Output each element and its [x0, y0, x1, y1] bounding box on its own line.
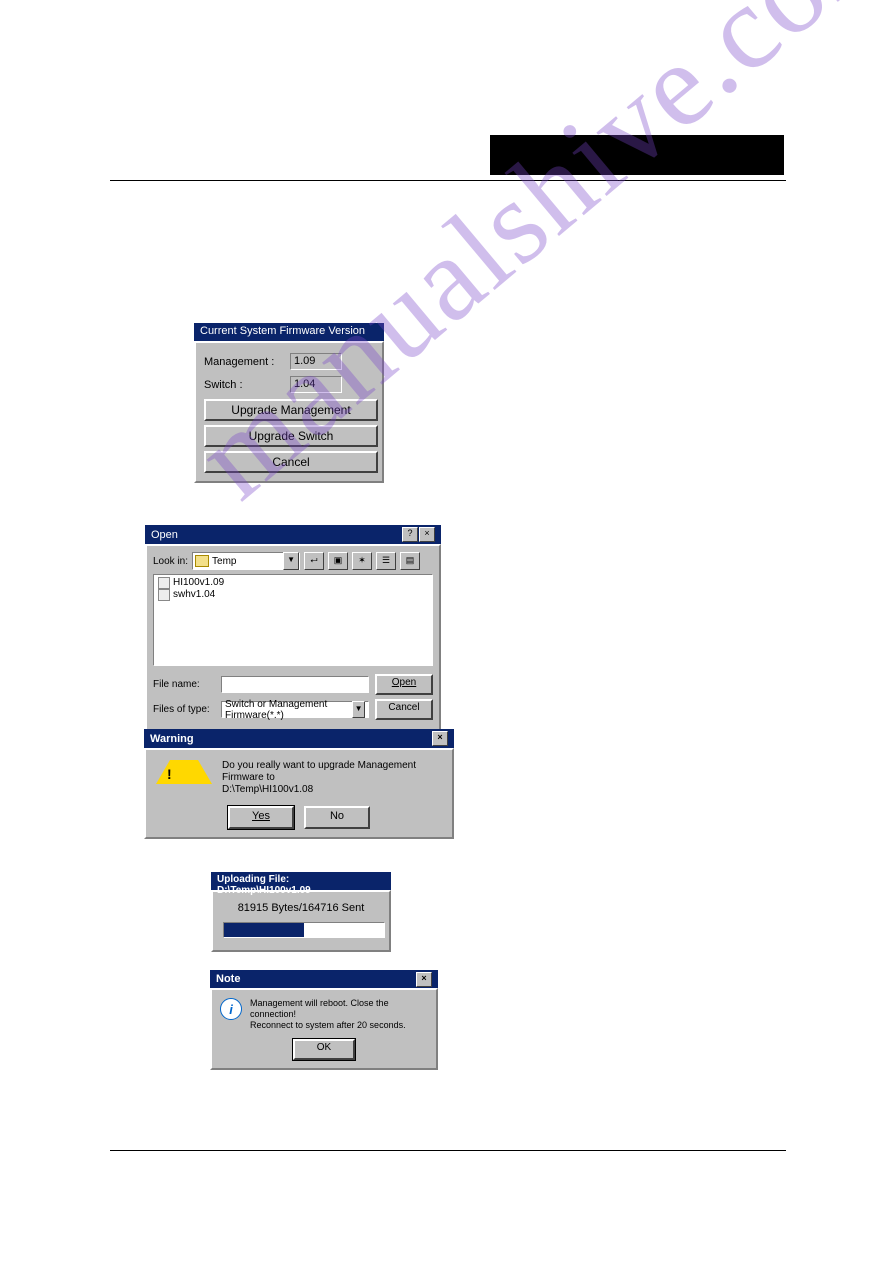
horizontal-rule-top	[110, 180, 786, 181]
info-icon: i	[220, 998, 242, 1020]
close-icon[interactable]: ×	[416, 972, 432, 987]
file-list-item[interactable]: HI100v1.09	[158, 577, 428, 589]
file-name: HI100v1.09	[173, 577, 224, 589]
up-one-level-icon[interactable]: ⮠	[304, 552, 324, 570]
cancel-button[interactable]: Cancel	[204, 451, 378, 473]
desktop-icon[interactable]: ▣	[328, 552, 348, 570]
switch-label: Switch :	[204, 379, 284, 391]
warning-icon	[156, 760, 212, 784]
filetype-value: Switch or Management Firmware(*.*)	[225, 699, 352, 721]
filetype-combo[interactable]: Switch or Management Firmware(*.*) ▼	[221, 701, 369, 718]
chevron-down-icon[interactable]: ▼	[283, 552, 299, 570]
new-folder-icon[interactable]: ✶	[352, 552, 372, 570]
open-cancel-button[interactable]: Cancel	[375, 699, 433, 720]
switch-value-field: 1.04	[290, 376, 342, 393]
uploading-dialog: Uploading File: D:\Temp\HI100v1.09 81915…	[211, 872, 391, 952]
note-message-line2: Reconnect to system after 20 seconds.	[250, 1020, 428, 1031]
help-icon[interactable]: ?	[402, 527, 418, 542]
yes-button[interactable]: Yes	[228, 806, 294, 829]
horizontal-rule-bottom	[110, 1150, 786, 1151]
filetype-label: Files of type:	[153, 704, 215, 715]
note-dialog-title: Note	[216, 973, 240, 985]
upgrade-switch-button[interactable]: Upgrade Switch	[204, 425, 378, 447]
management-label: Management :	[204, 356, 284, 368]
uploading-dialog-title: Uploading File: D:\Temp\HI100v1.09	[211, 872, 391, 890]
close-icon[interactable]: ×	[432, 731, 448, 746]
upgrade-management-button[interactable]: Upgrade Management	[204, 399, 378, 421]
progress-bar-fill	[224, 923, 304, 937]
lookin-combo[interactable]: Temp ▼	[192, 552, 300, 570]
list-view-icon[interactable]: ☰	[376, 552, 396, 570]
details-view-icon[interactable]: ▤	[400, 552, 420, 570]
no-button[interactable]: No	[304, 806, 370, 829]
firmware-dialog-title: Current System Firmware Version	[194, 323, 384, 341]
file-icon	[158, 577, 170, 589]
upload-status-text: 81915 Bytes/164716 Sent	[223, 902, 379, 914]
file-list[interactable]: HI100v1.09 swhv1.04	[153, 574, 433, 666]
warning-dialog-title: Warning	[150, 733, 194, 745]
open-button[interactable]: Open	[375, 674, 433, 695]
progress-bar	[223, 922, 385, 938]
file-icon	[158, 589, 170, 601]
management-value-field: 1.09	[290, 353, 342, 370]
firmware-version-dialog: Current System Firmware Version Manageme…	[194, 323, 384, 483]
close-icon[interactable]: ×	[419, 527, 435, 542]
file-list-item[interactable]: swhv1.04	[158, 589, 428, 601]
lookin-value: Temp	[212, 556, 236, 567]
filename-input[interactable]	[221, 676, 369, 693]
file-name: swhv1.04	[173, 589, 215, 601]
warning-dialog: Warning × Do you really want to upgrade …	[144, 729, 454, 839]
filename-label: File name:	[153, 679, 215, 690]
warning-message-line2: D:\Temp\HI100v1.08	[222, 784, 442, 796]
lookin-label: Look in:	[153, 556, 188, 567]
note-dialog: Note × i Management will reboot. Close t…	[210, 970, 438, 1070]
folder-icon	[195, 555, 209, 567]
header-black-bar	[490, 135, 784, 175]
open-dialog-title: Open	[151, 529, 178, 541]
note-message-line1: Management will reboot. Close the connec…	[250, 998, 428, 1020]
ok-button[interactable]: OK	[293, 1039, 355, 1060]
open-file-dialog: Open ? × Look in: Temp ▼ ⮠ ▣ ✶ ☰ ▤	[145, 525, 441, 732]
chevron-down-icon[interactable]: ▼	[352, 701, 365, 718]
warning-message-line1: Do you really want to upgrade Management…	[222, 760, 442, 784]
